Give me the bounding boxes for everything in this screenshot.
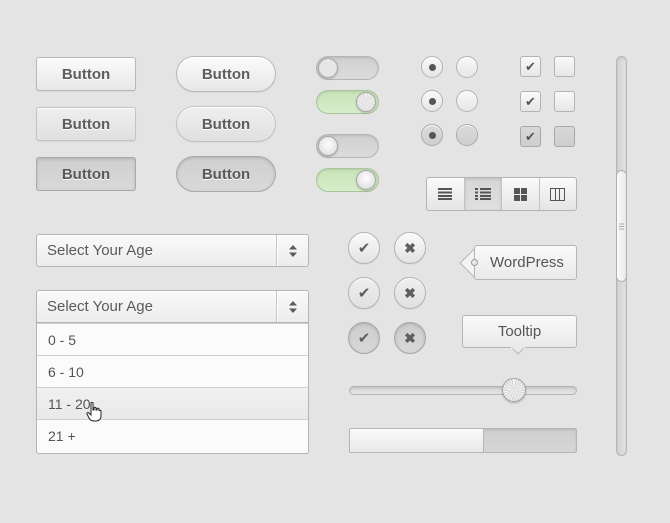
toggle-knob[interactable]: [318, 136, 338, 156]
list-icon: [438, 188, 453, 200]
slider-track[interactable]: [349, 386, 577, 395]
check-icon: ✔: [525, 128, 536, 144]
x-icon: ✖: [404, 239, 416, 256]
button-label: Button: [61, 115, 111, 133]
radio-unselected[interactable]: [456, 56, 478, 78]
radio-dot: [428, 63, 436, 71]
button-label: Button: [61, 65, 111, 83]
button-label: Button: [201, 65, 251, 83]
cancel-button-hover[interactable]: ✖: [394, 277, 426, 309]
toggle-switch-off[interactable]: [316, 134, 379, 158]
list-item-hovered[interactable]: 11 - 20: [37, 387, 308, 419]
checkbox-checked[interactable]: ✔: [520, 91, 541, 112]
age-select[interactable]: Select Your Age: [36, 234, 309, 267]
toggle-knob[interactable]: [318, 58, 338, 78]
toggle-knob[interactable]: [356, 170, 376, 190]
checkbox-unchecked[interactable]: [554, 56, 575, 77]
grid-icon: [513, 187, 527, 201]
radio-unselected-active[interactable]: [456, 124, 478, 146]
tag-hole-icon: [471, 259, 478, 266]
age-select-open[interactable]: Select Your Age: [36, 290, 309, 323]
radio-selected[interactable]: [421, 90, 443, 112]
check-icon: ✔: [357, 240, 371, 257]
option-label: 11 - 20: [48, 395, 91, 412]
cancel-button[interactable]: ✖: [394, 232, 426, 264]
check-icon: ✔: [357, 330, 371, 347]
view-list-button[interactable]: [427, 178, 464, 210]
check-icon: ✔: [525, 93, 536, 109]
square-button-normal[interactable]: Button: [36, 57, 136, 91]
radio-selected[interactable]: [421, 56, 443, 78]
confirm-button-hover[interactable]: ✔: [348, 277, 380, 309]
toggle-switch-off[interactable]: [316, 56, 379, 80]
option-label: 0 - 5: [48, 331, 77, 348]
x-icon: ✖: [404, 284, 416, 301]
check-icon: ✔: [525, 58, 536, 74]
columns-icon: [550, 187, 566, 201]
radio-unselected[interactable]: [456, 90, 478, 112]
progress-fill: [350, 429, 484, 452]
check-icon: ✔: [357, 285, 371, 302]
tag-label: WordPress: [490, 254, 564, 271]
pill-button-active[interactable]: Button: [176, 156, 276, 192]
detailed-list-icon: [474, 188, 491, 200]
toggle-switch-on[interactable]: [316, 90, 379, 114]
cancel-button-active[interactable]: ✖: [394, 322, 426, 354]
pill-button-normal[interactable]: Button: [176, 56, 276, 92]
button-label: Button: [201, 115, 251, 133]
confirm-button-active[interactable]: ✔: [348, 322, 380, 354]
wordpress-tag[interactable]: WordPress: [474, 245, 577, 280]
slider-handle[interactable]: [502, 378, 526, 402]
hand-cursor-icon: [86, 402, 102, 422]
option-label: 6 - 10: [48, 363, 84, 380]
square-button-hover[interactable]: Button: [36, 107, 136, 141]
checkbox-checked-active[interactable]: ✔: [520, 126, 541, 147]
radio-selected-active[interactable]: [421, 124, 443, 146]
progress-bar: [349, 428, 577, 453]
option-label: 21 +: [48, 427, 76, 444]
list-item[interactable]: 6 - 10: [37, 355, 308, 387]
toggle-switch-on[interactable]: [316, 168, 379, 192]
view-columns-button[interactable]: [538, 178, 577, 210]
scrollbar-thumb[interactable]: [616, 170, 627, 282]
pill-button-hover[interactable]: Button: [176, 106, 276, 142]
checkbox-unchecked-active[interactable]: [554, 126, 575, 147]
square-button-active[interactable]: Button: [36, 157, 136, 191]
checkbox-unchecked[interactable]: [554, 91, 575, 112]
x-icon: ✖: [404, 329, 416, 346]
select-placeholder: Select Your Age: [47, 242, 153, 259]
checkbox-checked[interactable]: ✔: [520, 56, 541, 77]
age-options-list: 0 - 5 6 - 10 11 - 20 21 +: [36, 323, 309, 454]
radio-dot: [428, 131, 436, 139]
view-detailed-list-button[interactable]: [463, 178, 501, 210]
view-toggle-group: [426, 177, 577, 211]
select-arrows-icon: [277, 235, 308, 266]
view-grid-button[interactable]: [501, 178, 539, 210]
tooltip-label: Tooltip: [497, 323, 542, 340]
confirm-button[interactable]: ✔: [348, 232, 380, 264]
list-item[interactable]: 21 +: [37, 419, 308, 451]
button-label: Button: [201, 165, 251, 183]
grip-icon: [619, 223, 624, 229]
toggle-knob[interactable]: [356, 92, 376, 112]
tooltip: Tooltip: [462, 315, 577, 348]
list-item[interactable]: 0 - 5: [37, 323, 308, 355]
select-arrows-icon: [277, 291, 308, 322]
radio-dot: [428, 97, 436, 105]
tooltip-pointer-icon: [511, 347, 525, 355]
select-placeholder: Select Your Age: [47, 298, 153, 315]
button-label: Button: [61, 165, 111, 183]
